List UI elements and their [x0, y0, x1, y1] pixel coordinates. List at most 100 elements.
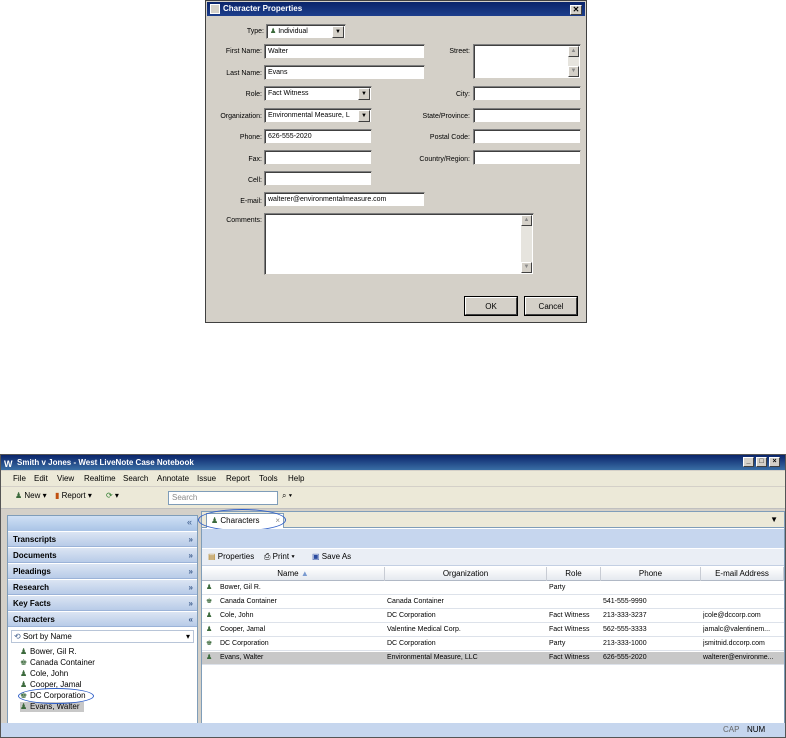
dialog-close-button[interactable]: ✕: [570, 5, 582, 15]
table-row[interactable]: ♚ DC Corporation DC Corporation Party 213-33…: [202, 638, 784, 651]
fax-field[interactable]: [264, 150, 372, 165]
minimize-button[interactable]: _: [743, 457, 754, 467]
collapse-pane-icon[interactable]: «: [187, 517, 192, 527]
street-scrollbar[interactable]: ▲ ▼: [568, 46, 579, 77]
sort-dropdown[interactable]: ⟲ Sort by Name ▾: [11, 630, 194, 643]
menu-report[interactable]: Report: [226, 474, 250, 483]
type-label: Type:: [246, 28, 264, 35]
postal-code-field[interactable]: [473, 129, 581, 144]
fax-label: Fax:: [248, 156, 262, 163]
scroll-up-icon[interactable]: ▲: [568, 46, 579, 57]
organization-select[interactable]: Environmental Measure, L ▼: [264, 108, 372, 123]
chevron-down-icon: »: [188, 599, 193, 608]
type-select[interactable]: ♟ Individual ▼: [266, 24, 346, 39]
floppy-disk-icon: ▣: [312, 552, 320, 561]
menu-annotate[interactable]: Annotate: [157, 474, 189, 483]
tree-item-label: Bower, Gil R.: [30, 647, 77, 656]
section-documents[interactable]: Documents »: [8, 548, 197, 563]
person-icon: ♟: [206, 612, 213, 619]
organization-value: Environmental Measure, L: [268, 112, 350, 119]
last-name-field[interactable]: Evans: [264, 65, 425, 80]
scroll-down-icon[interactable]: ▼: [568, 66, 579, 77]
table-cell: Fact Witness: [549, 626, 590, 633]
table-cell: walterer@environme...: [703, 654, 774, 661]
phone-field[interactable]: 626-555-2020: [264, 129, 372, 144]
new-label: New: [24, 491, 41, 500]
close-button[interactable]: ×: [769, 457, 780, 467]
section-label: Transcripts: [13, 535, 57, 544]
first-name-field[interactable]: Walter: [264, 44, 425, 59]
city-field[interactable]: [473, 86, 581, 101]
tree-item-bower[interactable]: ♟ Bower, Gil R.: [20, 647, 77, 657]
app-logo-icon: W: [4, 459, 13, 469]
table-cell: 541-555-9990: [603, 598, 647, 605]
menu-search[interactable]: Search: [123, 474, 148, 483]
section-label: Characters: [13, 615, 55, 624]
menu-tools[interactable]: Tools: [259, 474, 278, 483]
printer-icon: ⎙: [264, 552, 271, 561]
cell-field[interactable]: [264, 171, 372, 186]
chevron-down-icon[interactable]: ▼: [332, 26, 344, 38]
table-row[interactable]: ♚ Canada Container Canada Container 541-555…: [202, 596, 784, 609]
app-window: W Smith v Jones - West LiveNote Case Not…: [0, 454, 786, 738]
section-characters[interactable]: Characters «: [8, 612, 197, 627]
menu-help[interactable]: Help: [288, 474, 304, 483]
menu-edit[interactable]: Edit: [34, 474, 48, 483]
column-label: Name: [277, 569, 299, 578]
menu-file[interactable]: File: [13, 474, 26, 483]
chevron-down-icon[interactable]: ▼: [358, 88, 370, 100]
table-row[interactable]: ♟ Cole, John DC Corporation Fact Witness 213…: [202, 610, 784, 623]
menu-view[interactable]: View: [57, 474, 74, 483]
search-go-button[interactable]: ⌕ ▾: [282, 491, 292, 501]
table-row[interactable]: ♟ Evans, Walter Environmental Measure, LLC…: [202, 652, 784, 665]
search-input[interactable]: Search: [168, 491, 278, 505]
table-cell: Evans, Walter: [220, 654, 264, 661]
menu-realtime[interactable]: Realtime: [84, 474, 116, 483]
dialog-title-bar: Character Properties ✕: [207, 2, 585, 16]
navigation-pane: « Transcripts » Documents » Pleadings » Res…: [7, 515, 198, 735]
email-field[interactable]: walterer@environmentalmeasure.com: [264, 192, 425, 207]
tab-menu-icon[interactable]: ▼: [770, 515, 778, 524]
cancel-button[interactable]: Cancel: [524, 296, 578, 316]
section-key-facts[interactable]: Key Facts »: [8, 596, 197, 611]
section-transcripts[interactable]: Transcripts »: [8, 532, 197, 547]
column-header-name[interactable]: Name ▲: [202, 567, 385, 581]
comments-textarea[interactable]: ▲ ▼: [264, 213, 534, 275]
highlight-annotation: [198, 509, 286, 531]
table-cell: 213-333-3237: [603, 612, 647, 619]
state-field[interactable]: [473, 108, 581, 123]
properties-label: Properties: [217, 552, 255, 561]
column-header-role[interactable]: Role: [547, 567, 601, 581]
new-button[interactable]: ♟ New ▾: [15, 491, 47, 500]
person-icon: ♟: [20, 702, 28, 711]
chevron-down-icon[interactable]: ▼: [358, 110, 370, 122]
maximize-button[interactable]: □: [756, 457, 767, 467]
properties-button[interactable]: ▤ Properties: [208, 552, 254, 561]
save-as-button[interactable]: ▣ Save As: [312, 552, 351, 561]
table-row[interactable]: ♟ Bower, Gil R. Party: [202, 582, 784, 595]
role-select[interactable]: Fact Witness ▼: [264, 86, 372, 101]
table-cell: Canada Container: [387, 598, 444, 605]
report-button[interactable]: ▮ Report ▾: [55, 491, 92, 500]
column-header-organization[interactable]: Organization: [385, 567, 547, 581]
print-button[interactable]: ⎙ Print ▾: [264, 552, 295, 562]
person-icon: ♟: [270, 28, 277, 35]
menu-issue[interactable]: Issue: [197, 474, 216, 483]
column-header-phone[interactable]: Phone: [601, 567, 701, 581]
section-pleadings[interactable]: Pleadings »: [8, 564, 197, 579]
scroll-down-icon[interactable]: ▼: [521, 262, 532, 273]
person-icon: ♟: [20, 669, 28, 678]
country-field[interactable]: [473, 150, 581, 165]
comments-scrollbar[interactable]: ▲ ▼: [521, 215, 532, 273]
table-cell: Canada Container: [220, 598, 277, 605]
tree-item-cole[interactable]: ♟ Cole, John: [20, 669, 68, 679]
table-row[interactable]: ♟ Cooper, Jamal Valentine Medical Corp. Fac…: [202, 624, 784, 637]
scroll-up-icon[interactable]: ▲: [521, 215, 532, 226]
refresh-button[interactable]: ⟳ ▾: [106, 491, 119, 500]
person-icon: ♟: [20, 647, 28, 656]
ok-button[interactable]: OK: [464, 296, 518, 316]
tree-item-canada-container[interactable]: ♚ Canada Container: [20, 658, 95, 668]
section-research[interactable]: Research »: [8, 580, 197, 595]
street-textarea[interactable]: ▲ ▼: [473, 44, 581, 79]
column-header-email[interactable]: E-mail Address: [701, 567, 784, 581]
